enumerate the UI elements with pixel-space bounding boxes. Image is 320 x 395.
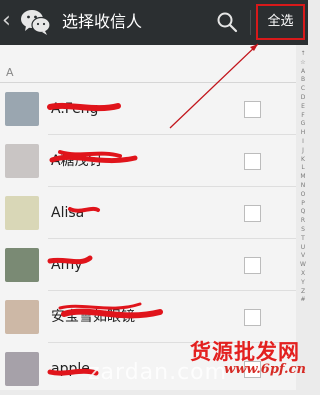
watermark-url: www.6pf.cn — [224, 362, 306, 377]
top-bar: ‹ 选择收信人 全选 — [0, 0, 308, 45]
header-divider — [250, 10, 251, 35]
avatar — [5, 92, 39, 126]
index-letter[interactable]: K — [298, 156, 308, 165]
index-letter[interactable]: U — [298, 244, 308, 253]
contact-name: A.Feng — [51, 101, 99, 117]
index-letter[interactable]: F — [298, 112, 308, 121]
index-letter[interactable]: ☆ — [298, 59, 308, 68]
contact-name: apple — [51, 361, 90, 377]
select-checkbox[interactable] — [244, 309, 261, 326]
index-letter[interactable]: W — [298, 261, 308, 270]
index-letter[interactable]: O — [298, 191, 308, 200]
index-letter[interactable]: Q — [298, 208, 308, 217]
avatar — [5, 248, 39, 282]
select-checkbox[interactable] — [244, 101, 261, 118]
search-icon[interactable] — [216, 11, 238, 33]
index-letter[interactable]: P — [298, 200, 308, 209]
index-letter[interactable]: H — [298, 129, 308, 138]
contact-row[interactable]: A.Feng — [0, 83, 296, 135]
select-all-highlight: 全选 — [256, 4, 305, 40]
index-letter[interactable]: L — [298, 164, 308, 173]
index-letter[interactable]: X — [298, 270, 308, 279]
index-letter[interactable]: ↑ — [298, 50, 308, 59]
contact-name: 安宝雪如眼镜 — [51, 309, 135, 325]
back-button[interactable]: ‹ — [2, 9, 16, 33]
index-letter[interactable]: N — [298, 182, 308, 191]
page-title: 选择收信人 — [62, 12, 143, 31]
section-header: A — [6, 66, 14, 79]
contact-name: Alisa — [51, 205, 85, 221]
index-letter[interactable]: G — [298, 120, 308, 129]
index-letter[interactable]: B — [298, 76, 308, 85]
index-letter[interactable]: C — [298, 85, 308, 94]
index-letter[interactable]: D — [298, 94, 308, 103]
avatar — [5, 196, 39, 230]
index-letter[interactable]: V — [298, 252, 308, 261]
contact-row[interactable]: A糖茂钉 — [0, 135, 296, 187]
index-letter[interactable]: A — [298, 68, 308, 77]
index-letter[interactable]: J — [298, 147, 308, 156]
contact-row[interactable]: Alisa — [0, 187, 296, 239]
avatar — [5, 144, 39, 178]
select-checkbox[interactable] — [244, 153, 261, 170]
wechat-logo-icon — [21, 10, 51, 35]
index-letter[interactable]: E — [298, 103, 308, 112]
index-letter[interactable]: # — [298, 296, 308, 305]
contact-name: A糖茂钉 — [51, 153, 103, 169]
index-letter[interactable]: Y — [298, 279, 308, 288]
index-letter[interactable]: Z — [298, 288, 308, 297]
index-letter[interactable]: R — [298, 217, 308, 226]
contact-row[interactable]: Amy — [0, 239, 296, 291]
avatar — [5, 352, 39, 386]
alphabet-index[interactable]: ↑ ☆ A B C D E F G H I J K L M N O P Q R S T U V W X Y Z # — [298, 50, 308, 305]
select-checkbox[interactable] — [244, 257, 261, 274]
index-letter[interactable]: T — [298, 235, 308, 244]
contact-name: Amy — [51, 257, 83, 273]
watermark-bottom: zardan.com — [88, 360, 228, 385]
avatar — [5, 300, 39, 334]
index-letter[interactable]: I — [298, 138, 308, 147]
select-checkbox[interactable] — [244, 205, 261, 222]
select-all-button[interactable]: 全选 — [258, 6, 303, 38]
index-letter[interactable]: M — [298, 173, 308, 182]
index-letter[interactable]: S — [298, 226, 308, 235]
